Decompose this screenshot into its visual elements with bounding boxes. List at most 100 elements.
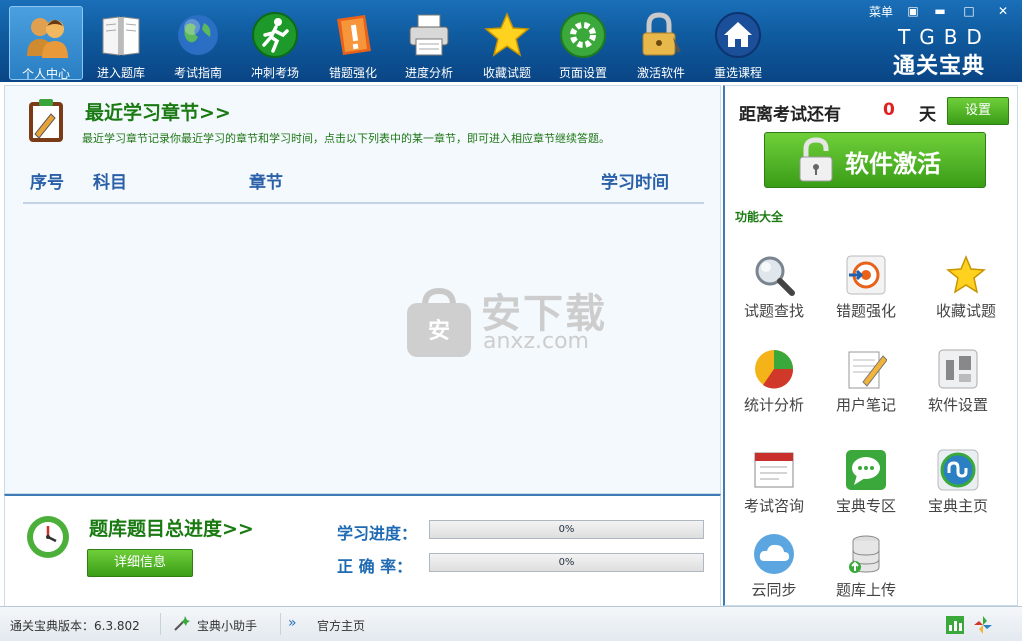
people-icon	[27, 18, 68, 58]
toolbar-wrong-question[interactable]: 错题强化	[316, 6, 390, 80]
chat-bubble-icon	[846, 450, 886, 490]
toolbar-label: 激活软件	[636, 66, 685, 80]
book-icon	[102, 16, 140, 56]
wand-icon	[174, 616, 190, 631]
logo-english: TGBD	[898, 25, 991, 49]
feature-label: 宝典专区	[835, 497, 896, 515]
column-index[interactable]: 序号	[30, 168, 64, 193]
detail-info-button[interactable]: 详细信息	[87, 549, 193, 577]
study-progress-bar: 0%	[429, 520, 704, 539]
activate-label: 软件激活	[845, 150, 941, 178]
toolbar-label: 页面设置	[558, 66, 607, 80]
gear-icon	[560, 12, 606, 58]
column-chapter[interactable]: 章节	[249, 168, 283, 193]
feature-label: 用户笔记	[835, 396, 896, 414]
feature-user-notes[interactable]: 用户笔记	[823, 348, 909, 428]
toolbar-label: 个人中心	[21, 67, 70, 81]
cloud-icon	[754, 534, 794, 574]
toolbar-label: 错题强化	[328, 66, 377, 80]
maximize-button[interactable]: □	[956, 3, 982, 20]
watermark: 安 安下载 anxz.com	[403, 279, 623, 359]
minimize-button[interactable]: ▬	[927, 3, 953, 20]
countdown-unit: 天	[919, 105, 936, 125]
pinwheel-icon[interactable]	[973, 615, 993, 635]
toolbar-label: 收藏试题	[482, 66, 531, 80]
feature-wrong-questions[interactable]: 错题强化	[823, 254, 909, 334]
countdown-prefix: 距离考试还有	[739, 105, 841, 125]
assistant-link[interactable]: 宝典小助手	[197, 617, 257, 634]
question-bank-progress-panel: 题库题目总进度>> 详细信息 学习进度： 0% 正 确 率： 0%	[4, 494, 721, 606]
clock-icon	[27, 516, 69, 558]
logo-chinese: 通关宝典	[893, 54, 986, 79]
toolbar-sprint-exam[interactable]: 冲刺考场	[238, 6, 312, 80]
accuracy-bar: 0%	[429, 553, 704, 572]
features-heading: 功能大全	[735, 210, 784, 224]
homepage-link[interactable]: 官方主页	[317, 617, 365, 634]
toolbar-label: 冲刺考场	[250, 66, 299, 80]
feature-label: 软件设置	[927, 396, 988, 414]
right-side-panel: 距离考试还有 0 天 设置 软件激活 功能大全 试题查找 错题强化 收藏试题 统…	[723, 85, 1018, 606]
countdown-settings-button[interactable]: 设置	[947, 97, 1009, 125]
toolbar-label: 进度分析	[404, 66, 453, 80]
header-divider	[23, 202, 704, 204]
feature-label: 云同步	[751, 581, 797, 599]
watermark-url: anxz.com	[483, 329, 589, 354]
feature-upload-question-bank[interactable]: 题库上传	[823, 533, 909, 613]
separator	[280, 613, 281, 635]
recent-chapters-panel: 最近学习章节>> 最近学习章节记录你最近学习的章节和学习时间，点击以下列表中的某…	[4, 85, 721, 494]
star-icon	[946, 255, 986, 294]
bar-chart-icon[interactable]	[946, 616, 964, 634]
settings-icon	[938, 349, 978, 389]
alert-icon	[337, 15, 371, 55]
feature-search-questions[interactable]: 试题查找	[731, 254, 817, 334]
recent-description: 最近学习章节记录你最近学习的章节和学习时间，点击以下列表中的某一章节，即可进入相…	[82, 132, 610, 145]
column-study-time[interactable]: 学习时间	[601, 168, 669, 193]
feature-label: 错题强化	[835, 302, 896, 320]
feature-baodian-homepage[interactable]: 宝典主页	[915, 449, 1001, 529]
toolbar-label: 考试指南	[173, 66, 222, 80]
column-subject[interactable]: 科目	[93, 168, 127, 193]
stumbleupon-icon	[937, 449, 979, 491]
toolbar-exam-guide[interactable]: 考试指南	[161, 6, 235, 80]
toolbar-label: 进入题库	[96, 66, 145, 80]
version-text: 通关宝典版本：6.3.802	[10, 619, 140, 633]
toolbar-enter-question-bank[interactable]: 进入题库	[84, 6, 158, 80]
chevron-icon: »	[288, 615, 297, 631]
toolbar-reselect-course[interactable]: 重选课程	[701, 6, 775, 80]
home-icon	[715, 12, 761, 58]
toolbar-personal-center[interactable]: 个人中心	[9, 6, 83, 81]
feature-label: 题库上传	[835, 581, 896, 599]
feature-statistics[interactable]: 统计分析	[731, 348, 817, 428]
main-toolbar: 个人中心 进入题库 考试指南 冲刺考场 错题强化 进度分析 收藏试题 页面设置 …	[0, 0, 1022, 82]
database-upload-icon	[849, 535, 880, 573]
padlock-icon	[799, 137, 833, 182]
skin-button[interactable]: ▣	[900, 3, 926, 20]
feature-favorite-questions[interactable]: 收藏试题	[923, 254, 1009, 334]
clipboard-icon	[29, 99, 63, 142]
countdown-days: 0	[883, 100, 895, 120]
pie-chart-icon	[755, 350, 794, 389]
close-button[interactable]: ✕	[990, 3, 1016, 20]
study-progress-value: 0%	[558, 524, 575, 535]
feature-label: 考试咨询	[743, 497, 804, 515]
feature-label: 宝典主页	[927, 497, 988, 515]
toolbar-page-settings[interactable]: 页面设置	[546, 6, 620, 80]
menu-button[interactable]: 菜单	[869, 3, 893, 20]
printer-icon	[409, 14, 449, 56]
toolbar-progress-analysis[interactable]: 进度分析	[392, 6, 466, 80]
toolbar-favorites[interactable]: 收藏试题	[470, 6, 544, 80]
feature-label: 试题查找	[743, 302, 804, 320]
status-bar: 通关宝典版本：6.3.802 宝典小助手 » 官方主页	[0, 606, 1022, 641]
feature-software-settings[interactable]: 软件设置	[915, 348, 1001, 428]
runner-icon	[252, 12, 298, 58]
accuracy-value: 0%	[558, 557, 575, 568]
activate-software-button[interactable]: 软件激活	[764, 132, 986, 188]
target-icon	[846, 255, 886, 295]
toolbar-activate-software[interactable]: 激活软件	[624, 6, 698, 80]
feature-exam-consult[interactable]: 考试咨询	[731, 449, 817, 529]
star-icon	[484, 12, 530, 57]
feature-cloud-sync[interactable]: 云同步	[731, 533, 817, 613]
study-progress-label: 学习进度：	[337, 524, 418, 543]
feature-baodian-zone[interactable]: 宝典专区	[823, 449, 909, 529]
watermark-badge: 安	[427, 319, 450, 344]
